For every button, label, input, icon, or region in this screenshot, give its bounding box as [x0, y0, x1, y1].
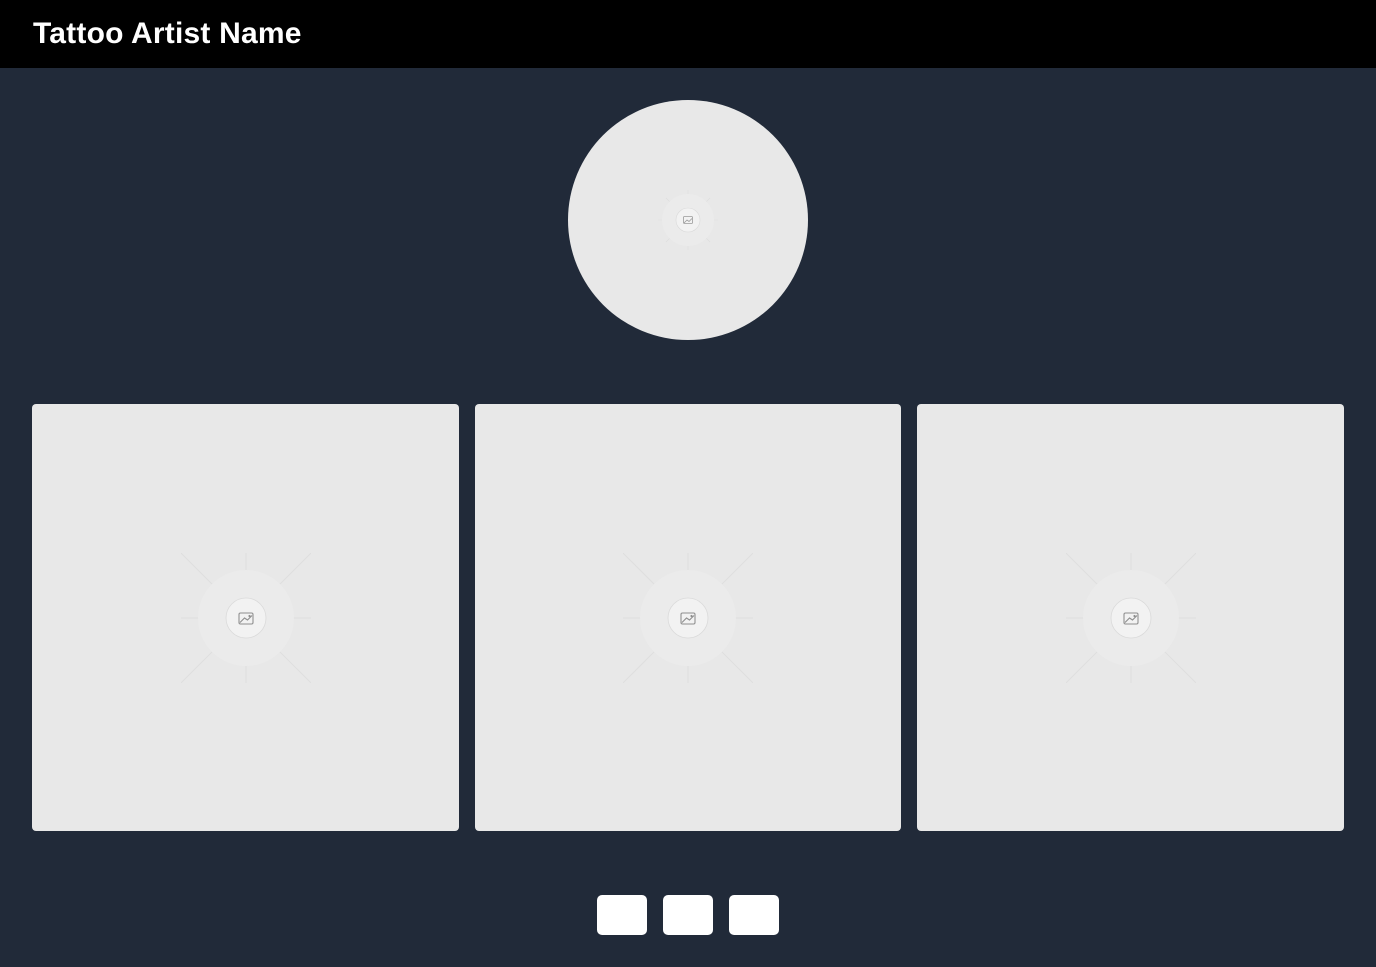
pagination-button-3[interactable] [729, 895, 779, 935]
pagination-button-1[interactable] [597, 895, 647, 935]
image-placeholder-icon [180, 552, 311, 683]
image-placeholder-icon [623, 552, 753, 683]
image-placeholder-icon [1065, 552, 1196, 683]
gallery-item[interactable] [32, 404, 459, 831]
image-placeholder-icon [658, 190, 718, 250]
gallery-item[interactable] [917, 404, 1344, 831]
top-header: Tattoo Artist Name [0, 0, 1376, 68]
pagination-button-2[interactable] [663, 895, 713, 935]
gallery-item[interactable] [475, 404, 901, 831]
site-title: Tattoo Artist Name [33, 17, 302, 50]
artist-avatar [568, 100, 808, 340]
